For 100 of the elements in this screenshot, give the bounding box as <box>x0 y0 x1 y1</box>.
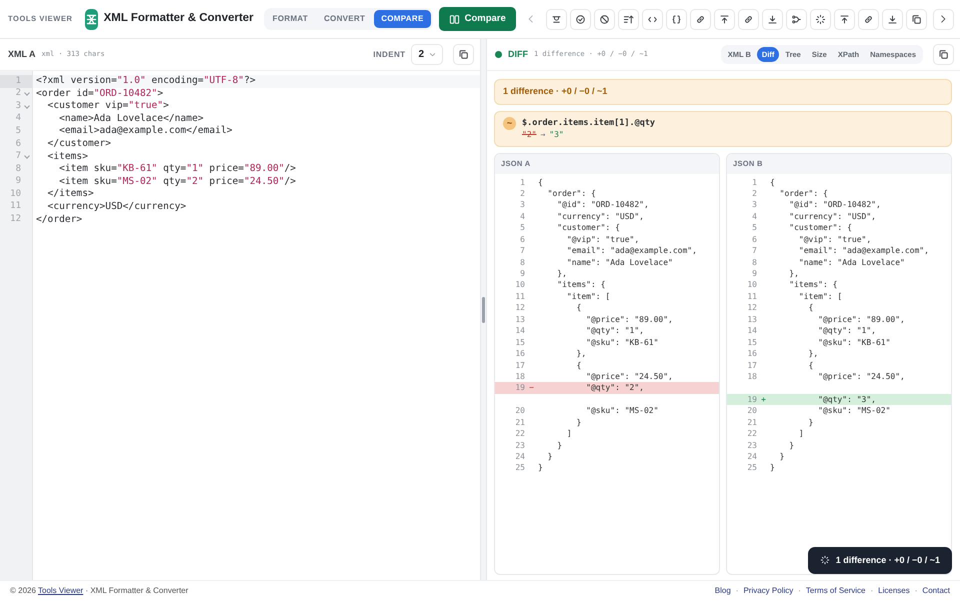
line-number: 7 <box>519 245 525 257</box>
compare-button[interactable]: Compare <box>438 6 516 32</box>
toast-text: 1 difference · +0 / −0 / ~1 <box>836 554 940 566</box>
mode-tab[interactable]: COMPARE <box>374 10 431 28</box>
toolbar-button[interactable] <box>762 8 783 30</box>
code-line: { <box>576 360 582 371</box>
toolbar-button[interactable] <box>906 8 927 30</box>
code-line: <item sku="KB-61" qty="1" price="89.00"/> <box>58 163 297 176</box>
line-number: 17 <box>746 360 757 371</box>
line-number: 25 <box>514 462 525 474</box>
code-line: "@price": "24.50", <box>585 370 673 382</box>
footer-link[interactable]: Blog <box>714 585 731 597</box>
line-number: 18 <box>514 370 525 382</box>
line-number: 25 <box>746 462 757 474</box>
code-line: } <box>778 451 784 462</box>
toolbar-button[interactable] <box>594 8 615 30</box>
footer-link[interactable]: Privacy Policy <box>743 585 794 597</box>
link-icon <box>742 14 754 24</box>
braces-icon <box>670 14 682 24</box>
arrow-text: → <box>540 129 546 142</box>
code-line: </order> <box>35 214 84 226</box>
footer-link[interactable]: Contact <box>922 585 950 597</box>
mode-tab[interactable]: FORMAT <box>266 10 315 28</box>
footer-link[interactable]: Terms of Service <box>806 585 866 597</box>
toolbar-button[interactable] <box>546 8 567 30</box>
toolbar-button[interactable] <box>570 8 591 30</box>
code-line: ] <box>566 428 572 440</box>
code-line: "name": "Ada Lovelace" <box>566 256 673 268</box>
line-number: 13 <box>514 314 525 326</box>
code-line: "@id": "ORD-10482", <box>556 199 649 211</box>
line-number: 10 <box>514 279 525 291</box>
line-number: 17 <box>514 360 525 371</box>
code-line: "@sku": "KB-61" <box>585 336 658 348</box>
line-number: 8 <box>14 163 22 176</box>
line-number: 13 <box>746 314 757 326</box>
download-icon <box>766 14 778 24</box>
indent-label: INDENT <box>373 48 406 60</box>
line-number: 2 <box>0 88 32 100</box>
line-number: 23 <box>746 440 757 451</box>
logo-icon <box>84 8 98 30</box>
check-circle-icon <box>574 14 586 24</box>
toolbar-button[interactable] <box>786 8 807 30</box>
code-line: "@price": "89.00", <box>585 314 673 326</box>
toolbar-button[interactable] <box>618 8 639 30</box>
code-line: "currency": "USD", <box>556 210 644 222</box>
toolbar-button[interactable] <box>666 8 687 30</box>
code-line: }, <box>556 268 567 280</box>
line-number: 12 <box>746 302 757 314</box>
app-title: XML Formatter & Converter <box>104 11 254 26</box>
code-line: "items": { <box>788 279 838 291</box>
code-line: <items> <box>46 150 89 164</box>
code-line: "@sku": "KB-61" <box>817 336 890 348</box>
code-line: { <box>770 176 775 188</box>
resize-handle[interactable] <box>482 296 485 322</box>
code-line: "@qty": "1", <box>585 325 644 337</box>
line-number: 12 <box>9 214 22 226</box>
status-dot <box>495 51 502 58</box>
toolbar-button[interactable] <box>810 8 831 30</box>
code-line: <email>ada@example.com</email> <box>58 125 234 138</box>
toolbar-button[interactable] <box>858 8 879 30</box>
ban-icon <box>598 14 610 24</box>
line-number: 21 <box>746 416 757 428</box>
code-line: { <box>576 302 582 314</box>
line-number: 6 <box>14 138 22 151</box>
footer-link[interactable]: Licenses <box>878 585 910 597</box>
toolbar-button[interactable] <box>690 8 711 30</box>
indent-select[interactable]: 2 <box>411 44 443 65</box>
line-number: 10 <box>746 279 757 291</box>
code-line: }, <box>808 348 818 360</box>
copy-button[interactable] <box>933 44 954 65</box>
site-link[interactable]: Tools Viewer <box>38 586 84 595</box>
line-number: 12 <box>514 302 525 314</box>
line-number: 11 <box>514 290 525 302</box>
change-badge: ~ <box>503 116 516 130</box>
code-line: "customer": { <box>788 222 852 234</box>
line-number: 2 <box>519 188 525 200</box>
toolbar-button[interactable] <box>714 8 735 30</box>
line-number: 4 <box>14 112 22 126</box>
separator-text: · <box>870 585 874 597</box>
code-line: } <box>808 416 814 428</box>
pane-title: XML A <box>8 48 36 61</box>
toolbar-button[interactable] <box>834 8 855 30</box>
mode-tab[interactable]: CONVERT <box>316 10 372 28</box>
code-line: "@vip": "true", <box>566 234 640 246</box>
line-number: 3 <box>519 199 525 211</box>
copy-button[interactable] <box>453 44 474 65</box>
code-line: "@sku": "MS-02" <box>817 405 890 417</box>
line-number: 8 <box>519 256 525 268</box>
toolbar-button[interactable] <box>882 8 903 30</box>
code-line: ] <box>798 428 804 440</box>
code-line: "@qty": "1", <box>817 325 876 337</box>
line-number: 23 <box>514 440 525 451</box>
toolbar-button[interactable] <box>738 8 759 30</box>
code-line: "@sku": "MS-02" <box>585 405 658 417</box>
diff-summary: 1 difference · +0 / −0 / ~1 <box>494 79 952 104</box>
separator-text: · <box>798 585 801 597</box>
separator-text: · <box>736 585 738 597</box>
line-number: 14 <box>746 325 757 337</box>
line-number: 22 <box>514 428 525 440</box>
code-line: }, <box>788 268 799 280</box>
